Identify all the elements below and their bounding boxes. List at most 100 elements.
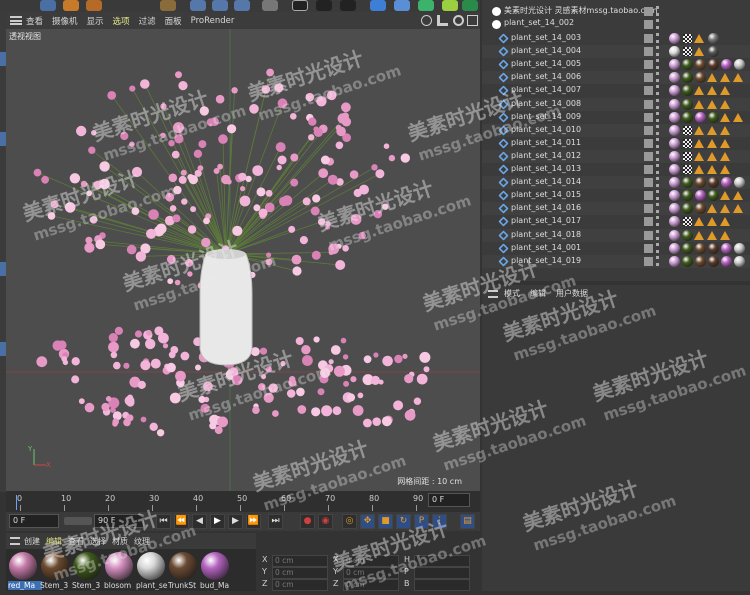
coord-size-field[interactable]: 0 cm [343, 567, 399, 579]
rotate-view-icon[interactable] [453, 15, 464, 26]
move-view-icon[interactable] [421, 15, 432, 26]
material-tag-icon[interactable] [695, 59, 706, 71]
auto-key-icon[interactable]: ◉ [318, 514, 333, 529]
editor-render-dots-icon[interactable] [656, 190, 659, 201]
rotate-tool-icon[interactable] [86, 0, 102, 11]
coord-position-field[interactable]: 0 cm [272, 555, 328, 567]
editor-render-dots-icon[interactable] [656, 242, 659, 253]
material-tag-triangle-icon[interactable] [707, 230, 717, 240]
object-row[interactable]: plant_set_14_010 [482, 123, 750, 137]
material-tag-icon[interactable] [734, 255, 745, 267]
material-tag-icon[interactable] [682, 190, 693, 202]
zoom-view-icon[interactable] [437, 15, 448, 26]
material-tag-icon[interactable] [669, 46, 680, 58]
coord-position-field[interactable]: 0 cm [272, 567, 328, 579]
visibility-toggle-icon[interactable] [644, 112, 653, 122]
object-row[interactable]: plant_set_14_006 [482, 71, 750, 85]
frame-range-slider[interactable] [64, 517, 92, 525]
parameter-key-icon[interactable]: P [414, 514, 429, 529]
object-row[interactable]: plant_set_14_012 [482, 149, 750, 163]
material-tag-icon[interactable] [695, 255, 706, 267]
material-tag-icon[interactable] [708, 46, 719, 58]
record-keys-icon[interactable]: ● [300, 514, 315, 529]
material-tag-triangle-icon[interactable] [733, 112, 743, 122]
material-tag-icon[interactable] [669, 255, 680, 267]
material-tag-triangle-icon[interactable] [720, 73, 730, 83]
menu-display[interactable]: 显示 [87, 15, 104, 27]
visibility-toggle-icon[interactable] [644, 20, 653, 29]
array-icon[interactable] [442, 0, 458, 11]
coord-rotation-field[interactable] [414, 579, 470, 591]
scale-key-icon[interactable]: ■ [378, 514, 393, 529]
editor-render-dots-icon[interactable] [656, 164, 659, 174]
position-key-icon[interactable]: ✥ [360, 514, 375, 529]
object-row[interactable]: plant_set_14_017 [482, 215, 750, 228]
material-tag-checker-icon[interactable] [683, 34, 692, 43]
material-tag-triangle-icon[interactable] [720, 230, 730, 240]
material-tag-triangle-icon[interactable] [720, 99, 730, 109]
visibility-toggle-icon[interactable] [644, 165, 653, 174]
material-swatch[interactable]: Stem_3 [72, 552, 102, 590]
menu-create[interactable]: 创建 [24, 536, 40, 547]
material-tag-triangle-icon[interactable] [720, 191, 730, 201]
editor-render-dots-icon[interactable] [656, 59, 659, 70]
material-tag-triangle-icon[interactable] [694, 138, 704, 148]
visibility-toggle-icon[interactable] [644, 7, 653, 16]
end-frame-field[interactable]: 90 F [94, 514, 144, 528]
material-swatch[interactable]: TrunkSt [168, 552, 198, 590]
object-row[interactable]: plant_set_14_018 [482, 228, 750, 242]
material-tag-icon[interactable] [669, 72, 680, 84]
material-tag-checker-icon[interactable] [683, 217, 692, 227]
material-tag-triangle-icon[interactable] [720, 151, 730, 161]
editor-render-dots-icon[interactable] [656, 98, 659, 109]
material-tag-icon[interactable] [669, 190, 680, 202]
object-row[interactable]: plant_set_14_016 [482, 202, 750, 216]
go-to-start-button[interactable]: ⏮ [156, 514, 171, 529]
material-tag-icon[interactable] [682, 229, 693, 241]
object-row[interactable]: plant_set_14_004 [482, 45, 750, 59]
material-tag-triangle-icon[interactable] [720, 86, 730, 96]
material-tag-triangle-icon[interactable] [707, 217, 717, 227]
visibility-toggle-icon[interactable] [644, 34, 653, 43]
material-tag-triangle-icon[interactable] [707, 73, 717, 83]
render-picture-viewer-icon[interactable] [316, 0, 332, 11]
material-tag-triangle-icon[interactable] [694, 217, 704, 227]
material-tag-icon[interactable] [708, 33, 719, 44]
material-swatch[interactable]: Stem_3 [40, 552, 70, 590]
material-tag-triangle-icon[interactable] [694, 86, 704, 96]
next-key-button[interactable]: ⏩ [246, 514, 261, 529]
material-tag-icon[interactable] [682, 242, 693, 254]
editor-render-dots-icon[interactable] [656, 124, 659, 135]
visibility-toggle-icon[interactable] [644, 217, 653, 227]
object-row[interactable]: plant_set_14_014 [482, 176, 750, 190]
timeline-window-icon[interactable]: ▤ [460, 514, 475, 529]
editor-render-dots-icon[interactable] [656, 111, 659, 122]
material-tag-icon[interactable] [708, 59, 719, 71]
material-tag-icon[interactable] [669, 111, 680, 123]
material-tag-triangle-icon[interactable] [720, 204, 730, 214]
menu-panel[interactable]: 面板 [165, 15, 182, 27]
material-tag-triangle-icon[interactable] [733, 191, 743, 201]
material-tag-icon[interactable] [669, 85, 680, 97]
object-row[interactable]: plant_set_14_015 [482, 189, 750, 202]
material-tag-icon[interactable] [695, 111, 706, 123]
material-tag-checker-icon[interactable] [683, 165, 692, 174]
pla-key-icon[interactable]: ⋮ [432, 514, 447, 529]
cube-object-icon[interactable] [370, 0, 386, 11]
material-tag-icon[interactable] [669, 59, 680, 71]
material-swatch[interactable]: plant_se [136, 552, 167, 590]
menu-prorender[interactable]: ProRender [191, 16, 235, 26]
editor-render-dots-icon[interactable] [656, 203, 659, 214]
menu-filter[interactable]: 过滤 [139, 15, 156, 27]
editor-render-dots-icon[interactable] [656, 229, 659, 240]
pen-spline-icon[interactable] [394, 0, 410, 11]
material-tag-checker-icon[interactable] [683, 125, 692, 135]
material-tag-triangle-icon[interactable] [707, 138, 717, 148]
visibility-toggle-icon[interactable] [644, 256, 653, 266]
move-tool-icon[interactable] [40, 0, 56, 11]
material-tag-icon[interactable] [669, 33, 680, 44]
material-tag-triangle-icon[interactable] [720, 125, 730, 135]
editor-render-dots-icon[interactable] [656, 19, 659, 29]
material-tag-triangle-icon[interactable] [720, 217, 730, 227]
previous-frame-button[interactable]: ◀ [192, 514, 207, 529]
